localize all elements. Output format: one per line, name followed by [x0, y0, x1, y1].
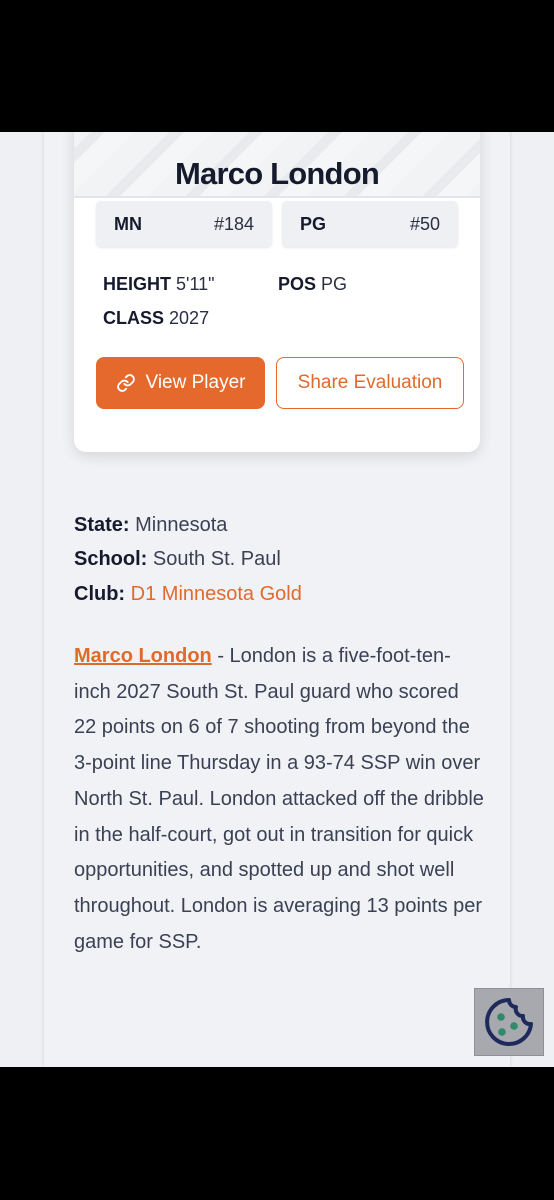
- position-label: POS: [278, 274, 317, 294]
- player-name-link[interactable]: Marco London: [74, 645, 212, 667]
- state-info: State: Minnesota: [74, 514, 227, 537]
- view-player-button[interactable]: View Player: [96, 357, 265, 409]
- height-stat: HEIGHT 5'11": [103, 274, 215, 295]
- class-value: 2027: [169, 308, 210, 328]
- page-viewport: Marco London MN #184 PG #50 HEIGHT 5'11"…: [0, 132, 554, 1067]
- position-rank-label: PG: [300, 213, 327, 234]
- club-link[interactable]: D1 Minnesota Gold: [131, 583, 302, 605]
- link-icon: [116, 374, 135, 392]
- club-info: Club: D1 Minnesota Gold: [74, 583, 302, 606]
- class-stat: CLASS 2027: [103, 308, 209, 329]
- school-label: School:: [74, 548, 148, 570]
- class-label: CLASS: [103, 308, 165, 328]
- state-rank-value: #184: [213, 213, 254, 234]
- school-info: School: South St. Paul: [74, 548, 281, 571]
- position-stat: POS PG: [278, 274, 347, 295]
- state-label: State:: [74, 514, 130, 536]
- height-label: HEIGHT: [103, 274, 172, 294]
- player-card: Marco London MN #184 PG #50 HEIGHT 5'11"…: [74, 132, 480, 452]
- view-player-label: View Player: [145, 372, 246, 393]
- school-value: South St. Paul: [152, 548, 281, 570]
- evaluation-body: - London is a five-foot-ten-inch 2027 So…: [74, 645, 484, 953]
- cookie-icon: [485, 998, 533, 1046]
- player-name: Marco London: [175, 156, 380, 191]
- position-value: PG: [321, 274, 348, 294]
- share-evaluation-button[interactable]: Share Evaluation: [276, 357, 464, 409]
- position-rank-value: #50: [409, 213, 440, 234]
- state-rank-label: MN: [114, 213, 142, 234]
- state-value: Minnesota: [135, 514, 228, 536]
- height-value: 5'11": [176, 274, 215, 294]
- share-evaluation-label: Share Evaluation: [297, 372, 443, 393]
- club-label: Club:: [74, 583, 126, 605]
- evaluation-text: Marco London - London is a five-foot-ten…: [74, 639, 484, 960]
- position-rank-box: PG #50: [282, 201, 458, 247]
- state-rank-box: MN #184: [96, 201, 272, 247]
- cookie-settings-button[interactable]: [474, 988, 544, 1056]
